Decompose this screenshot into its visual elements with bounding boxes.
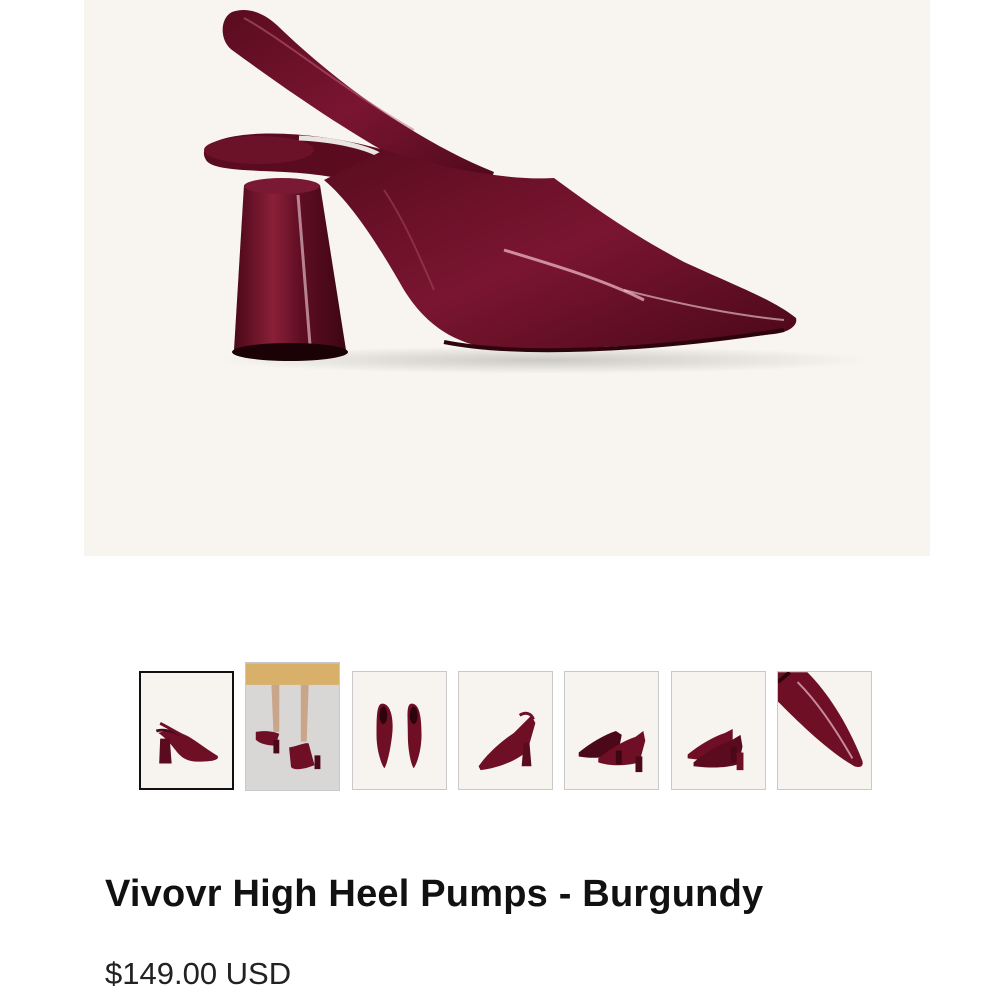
model-wearing-shoes-image — [246, 663, 339, 770]
product-title: Vivovr High Heel Pumps - Burgundy — [105, 873, 764, 915]
shoe-pair-side-image — [578, 730, 646, 773]
thumbnail-pair-angle[interactable] — [671, 671, 766, 790]
thumbnail-inner-side[interactable] — [458, 671, 553, 790]
shoe-side-photo — [203, 9, 874, 374]
thumbnail-side-profile[interactable] — [139, 671, 234, 790]
thumbnail-gallery — [139, 662, 879, 794]
thumbnail-top-pair[interactable] — [352, 671, 447, 790]
thumbnail-worn-by-model[interactable] — [245, 662, 340, 791]
thumbnail-toe-closeup[interactable] — [777, 671, 872, 790]
thumbnail-pair-side[interactable] — [564, 671, 659, 790]
shoe-thumbnail-image — [155, 722, 218, 764]
shoe-pair-top-image — [376, 703, 422, 769]
main-product-image[interactable] — [84, 0, 930, 556]
product-page: Vivovr High Heel Pumps - Burgundy $149.0… — [0, 0, 1000, 1000]
shoe-inner-side-image — [478, 711, 536, 771]
shoe-pair-angle-image — [687, 729, 744, 771]
product-price: $149.00 USD — [105, 956, 292, 991]
shoe-toe-closeup-image — [778, 672, 863, 767]
